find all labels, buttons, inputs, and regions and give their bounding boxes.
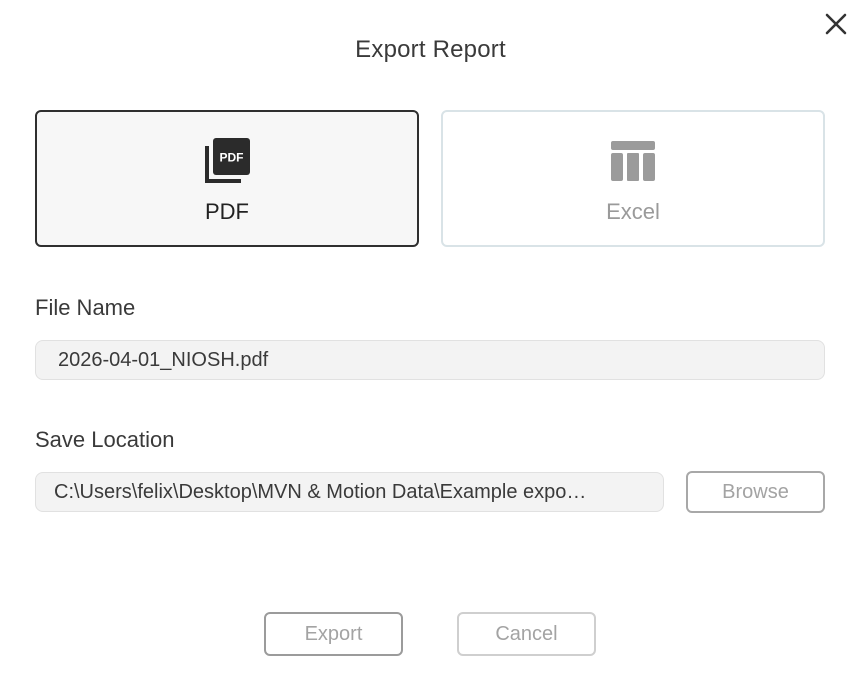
cancel-button[interactable]: Cancel [457,612,596,656]
pdf-format-option[interactable]: PDF PDF [35,110,419,247]
svg-text:PDF: PDF [220,150,244,164]
table-icon [611,140,655,181]
excel-format-option[interactable]: Excel [441,110,825,247]
export-report-dialog: Export Report PDF PDF Excel File Name 20… [0,0,861,689]
dialog-title: Export Report [355,36,506,63]
save-location-label: Save Location [35,427,175,452]
pdf-file-icon: PDF [205,137,250,183]
browse-button[interactable]: Browse [686,471,825,513]
excel-option-label: Excel [606,198,660,224]
save-location-input[interactable]: C:\Users\felix\Desktop\MVN & Motion Data… [35,472,664,512]
pdf-option-label: PDF [205,198,249,224]
close-icon [825,13,847,35]
export-button[interactable]: Export [264,612,403,656]
file-name-label: File Name [35,295,136,320]
file-name-input[interactable]: 2026-04-01_NIOSH.pdf [35,340,825,380]
